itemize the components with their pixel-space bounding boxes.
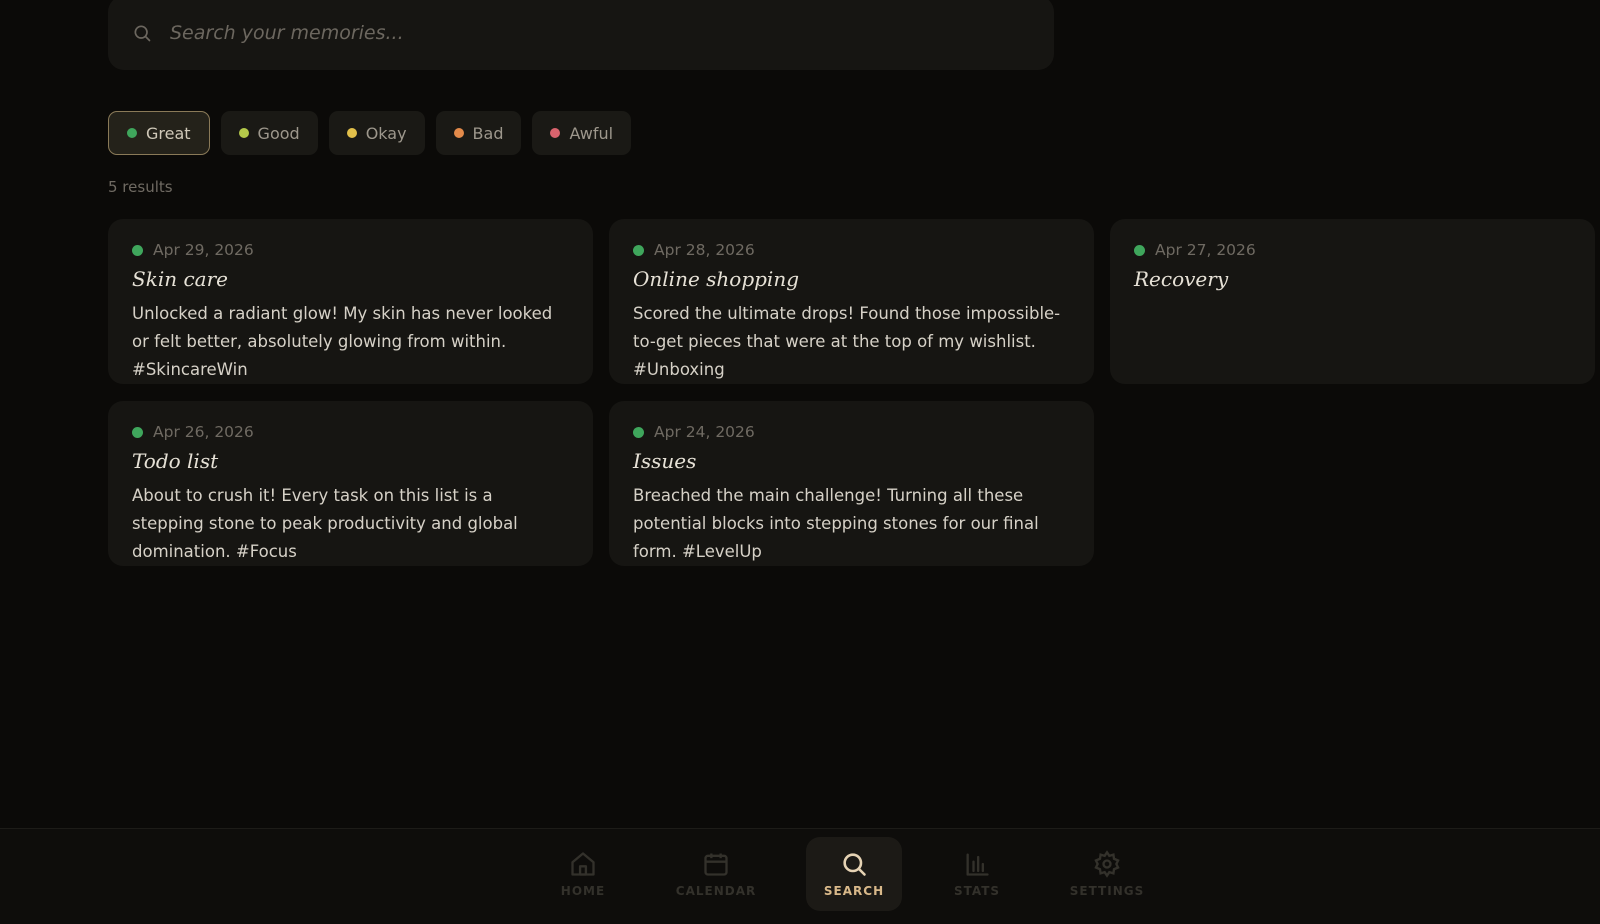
search-icon: [843, 853, 866, 876]
nav-label: HOME: [560, 884, 606, 898]
nav-label: SETTINGS: [1069, 884, 1145, 898]
entry-date: Apr 26, 2026: [153, 423, 254, 441]
entry-body: Scored the ultimate drops! Found those i…: [633, 304, 1061, 379]
nav-stats[interactable]: STATS: [929, 837, 1025, 911]
entry-date-row: Apr 24, 2026: [633, 423, 1070, 441]
gear-icon: [1094, 850, 1120, 878]
nav-label: STATS: [953, 884, 1001, 898]
filter-awful[interactable]: Awful: [532, 111, 632, 155]
bottom-nav: HOME CALENDAR SEARCH STATS SETTINGS: [0, 828, 1600, 924]
entry-card[interactable]: Apr 27, 2026 Recovery: [1110, 219, 1595, 384]
mood-dot: [132, 244, 143, 256]
filter-label: Good: [257, 123, 300, 143]
mood-dot: [346, 128, 357, 138]
filter-label: Okay: [365, 123, 407, 143]
nav-label: CALENDAR: [675, 884, 757, 898]
entry-card[interactable]: Apr 24, 2026 Issues Breached the main ch…: [609, 401, 1094, 566]
calendar-icon: [704, 853, 728, 876]
entries-grid: Apr 29, 2026 Skin care Unlocked a radian…: [108, 219, 1595, 566]
filter-good[interactable]: Good: [220, 111, 318, 155]
search-bar[interactable]: [108, 0, 1054, 70]
entry-title: Todo list: [132, 449, 219, 473]
entry-title: Issues: [633, 449, 697, 473]
entry-card[interactable]: Apr 26, 2026 Todo list About to crush it…: [108, 401, 593, 566]
mood-dot: [633, 426, 644, 438]
stats-icon: [966, 853, 989, 876]
search-input[interactable]: [168, 21, 1054, 45]
search-icon: [134, 25, 151, 42]
entry-date-row: Apr 27, 2026: [1134, 241, 1571, 259]
mood-dot: [453, 128, 464, 138]
entry-body: Unlocked a radiant glow! My skin has nev…: [132, 304, 553, 379]
filter-bad[interactable]: Bad: [435, 111, 522, 155]
mood-dot: [238, 128, 249, 138]
entry-body: About to crush it! Every task on this li…: [132, 486, 518, 561]
entry-date-row: Apr 26, 2026: [132, 423, 569, 441]
mood-dot: [132, 426, 143, 438]
nav-settings[interactable]: SETTINGS: [1059, 837, 1155, 911]
nav-calendar[interactable]: CALENDAR: [668, 837, 764, 911]
entry-date-row: Apr 28, 2026: [633, 241, 1070, 259]
entry-title: Online shopping: [633, 267, 800, 291]
entry-body: Breached the main challenge! Turning all…: [633, 486, 1039, 561]
home-icon: [571, 852, 595, 876]
entry-title: Recovery: [1134, 267, 1229, 291]
entry-date: Apr 28, 2026: [654, 241, 755, 259]
nav-label: SEARCH: [823, 884, 885, 898]
results-count: 5 results: [108, 178, 173, 196]
entry-date-row: Apr 29, 2026: [132, 241, 569, 259]
filter-label: Bad: [472, 123, 504, 143]
entry-date: Apr 27, 2026: [1155, 241, 1256, 259]
nav-home[interactable]: HOME: [535, 837, 631, 911]
filter-label: Awful: [569, 123, 614, 143]
filter-okay[interactable]: Okay: [328, 111, 425, 155]
entry-date: Apr 24, 2026: [654, 423, 755, 441]
entry-title: Skin care: [132, 267, 228, 291]
entry-card[interactable]: Apr 28, 2026 Online shopping Scored the …: [609, 219, 1094, 384]
filter-label: Great: [146, 123, 191, 143]
mood-dot: [127, 128, 137, 138]
mood-dot: [1134, 244, 1145, 256]
mood-dot: [550, 128, 561, 138]
mood-filters: Great Good Okay Bad Awful: [108, 111, 632, 155]
filter-great[interactable]: Great: [108, 111, 210, 155]
nav-search[interactable]: SEARCH: [806, 837, 902, 911]
entry-date: Apr 29, 2026: [153, 241, 254, 259]
entry-card[interactable]: Apr 29, 2026 Skin care Unlocked a radian…: [108, 219, 593, 384]
mood-dot: [633, 244, 644, 256]
